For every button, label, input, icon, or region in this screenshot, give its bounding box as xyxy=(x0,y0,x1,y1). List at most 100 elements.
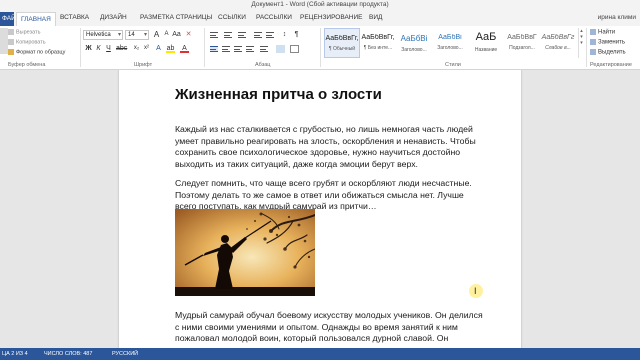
window-title: Документ1 - Word (Сбой активации продукт… xyxy=(251,1,389,8)
language-indicator[interactable]: РУССКИЙ xyxy=(112,351,138,357)
tab-review[interactable]: РЕЦЕНЗИРОВАНИЕ xyxy=(300,14,363,21)
select-label: Выделить xyxy=(598,49,626,56)
group-divider xyxy=(204,28,205,67)
align-center-icon[interactable] xyxy=(222,46,230,52)
justify-icon[interactable] xyxy=(246,46,254,52)
highlight-icon[interactable]: ab xyxy=(166,44,175,53)
replace-icon xyxy=(590,39,596,45)
find-button[interactable]: Найти xyxy=(590,29,615,36)
style-subtitle[interactable]: АаБбВвГ Подзагол... xyxy=(504,28,540,58)
paragraph[interactable]: Каждый из нас сталкивается с грубостью, … xyxy=(175,124,485,170)
align-left-icon[interactable] xyxy=(210,46,218,52)
numbering-icon[interactable] xyxy=(224,32,232,38)
decrease-indent-icon[interactable] xyxy=(254,32,262,38)
samurai-illustration xyxy=(175,209,315,296)
samurai-image[interactable] xyxy=(175,209,315,296)
copy-button[interactable]: Копировать xyxy=(8,39,46,45)
word-count[interactable]: ЧИСЛО СЛОВ: 487 xyxy=(44,351,92,357)
style-no-spacing[interactable]: АаБбВвГг, ¶ Без инте... xyxy=(360,28,396,58)
change-case-icon[interactable]: Aa xyxy=(172,30,181,39)
font-color-icon[interactable]: A xyxy=(180,44,189,53)
align-right-icon[interactable] xyxy=(234,46,242,52)
page-count[interactable]: ЦА 2 ИЗ 4 xyxy=(2,351,28,357)
tab-view[interactable]: ВИД xyxy=(369,14,382,21)
italic-button[interactable]: К xyxy=(94,44,103,53)
paragraph[interactable]: Следует помнить, что чаще всего грубят и… xyxy=(175,178,485,213)
replace-button[interactable]: Заменить xyxy=(590,39,625,46)
subscript-button[interactable]: x₂ xyxy=(132,44,141,53)
increase-indent-icon[interactable] xyxy=(266,32,274,38)
editing-group-label: Редактирование xyxy=(590,62,632,68)
status-bar: ЦА 2 ИЗ 4 ЧИСЛО СЛОВ: 487 РУССКИЙ xyxy=(0,348,640,360)
style-heading-2[interactable]: АаБбВі Заголово... xyxy=(432,28,468,58)
style-sample: АаБбВвГг, xyxy=(325,35,359,42)
cut-label: Вырезать xyxy=(16,29,41,36)
copy-label: Копировать xyxy=(16,39,46,46)
document-title[interactable]: Жизненная притча о злости xyxy=(175,86,382,103)
font-family-select[interactable]: Helvetica xyxy=(83,30,123,40)
document-page[interactable]: Жизненная притча о злости Каждый из нас … xyxy=(119,70,521,348)
paragraph[interactable]: Мудрый самурай обучал боевому искусству … xyxy=(175,310,485,348)
user-name[interactable]: ирина клими xyxy=(598,14,636,21)
style-sample: АаБбВі xyxy=(400,34,428,43)
scissors-icon xyxy=(8,29,14,35)
style-sample: АаБ xyxy=(475,31,497,43)
sort-icon[interactable]: ↕ xyxy=(280,30,289,39)
style-heading-1[interactable]: АаБбВі Заголово... xyxy=(396,28,432,58)
title-bar: Документ1 - Word (Сбой активации продукт… xyxy=(0,0,640,12)
style-name: Заголово... xyxy=(437,45,463,51)
styles-group-label: Стили xyxy=(445,62,461,68)
line-spacing-icon[interactable] xyxy=(260,46,268,52)
strikethrough-button[interactable]: abc xyxy=(116,44,127,53)
style-name: Слабое в... xyxy=(545,45,571,51)
tab-insert[interactable]: ВСТАВКА xyxy=(60,14,89,21)
borders-icon[interactable] xyxy=(290,45,299,53)
text-cursor-icon: I xyxy=(474,286,477,296)
ribbon: Вырезать Копировать Формат по образцу Бу… xyxy=(0,26,640,70)
search-icon xyxy=(590,29,596,35)
superscript-button[interactable]: x² xyxy=(142,44,151,53)
style-title[interactable]: АаБ Название xyxy=(468,28,504,58)
style-name: ¶ Без инте... xyxy=(363,45,393,51)
style-name: Заголово... xyxy=(401,47,427,53)
paste-button[interactable] xyxy=(0,28,8,54)
cursor-icon xyxy=(590,49,596,55)
tab-home[interactable]: ГЛАВНАЯ xyxy=(16,12,56,26)
copy-icon xyxy=(8,39,14,45)
tab-page-layout[interactable]: РАЗМЕТКА СТРАНИЦЫ xyxy=(140,14,212,21)
format-painter-label: Формат по образцу xyxy=(16,49,66,56)
paintbrush-icon xyxy=(8,49,14,55)
cut-button[interactable]: Вырезать xyxy=(8,29,40,35)
styles-gallery: АаБбВвГг, ¶ Обычный АаБбВвГг, ¶ Без инте… xyxy=(324,28,576,58)
group-divider xyxy=(586,28,587,67)
style-subtle-emphasis[interactable]: АаБбВвГг Слабое в... xyxy=(540,28,576,58)
tab-references[interactable]: ССЫЛКИ xyxy=(218,14,246,21)
group-divider xyxy=(80,28,81,67)
bullets-icon[interactable] xyxy=(210,32,218,38)
pilcrow-icon[interactable]: ¶ xyxy=(292,30,301,39)
underline-button[interactable]: Ч xyxy=(104,44,113,53)
find-label: Найти xyxy=(598,29,616,36)
text-effects-icon[interactable]: A xyxy=(154,44,163,53)
style-sample: АаБбВвГг xyxy=(541,34,575,41)
clear-formatting-icon[interactable]: ✕ xyxy=(184,30,193,39)
grow-font-icon[interactable]: A xyxy=(152,30,161,39)
font-group-label: Шрифт xyxy=(134,62,153,68)
document-area[interactable]: Жизненная притча о злости Каждый из нас … xyxy=(0,70,640,348)
format-painter-button[interactable]: Формат по образцу xyxy=(8,49,65,55)
tab-file[interactable]: ФАЙЛ xyxy=(0,12,20,26)
tab-design[interactable]: ДИЗАЙН xyxy=(100,14,127,21)
shading-icon[interactable] xyxy=(276,45,285,53)
clipboard-group-label: Буфер обмена xyxy=(8,62,46,68)
styles-scroll[interactable]: ▴ ▾ ▾ xyxy=(578,28,584,58)
select-button[interactable]: Выделить xyxy=(590,49,626,56)
font-size-select[interactable]: 14 xyxy=(125,30,149,40)
style-name: Подзагол... xyxy=(509,45,535,51)
style-normal[interactable]: АаБбВвГг, ¶ Обычный xyxy=(324,28,360,58)
shrink-font-icon[interactable]: A xyxy=(162,30,171,39)
bold-button[interactable]: Ж xyxy=(84,44,93,53)
paragraph-group-label: Абзац xyxy=(255,62,271,68)
style-name: ¶ Обычный xyxy=(328,46,356,52)
tab-mailings[interactable]: РАССЫЛКИ xyxy=(256,14,292,21)
multilevel-list-icon[interactable] xyxy=(238,32,246,38)
